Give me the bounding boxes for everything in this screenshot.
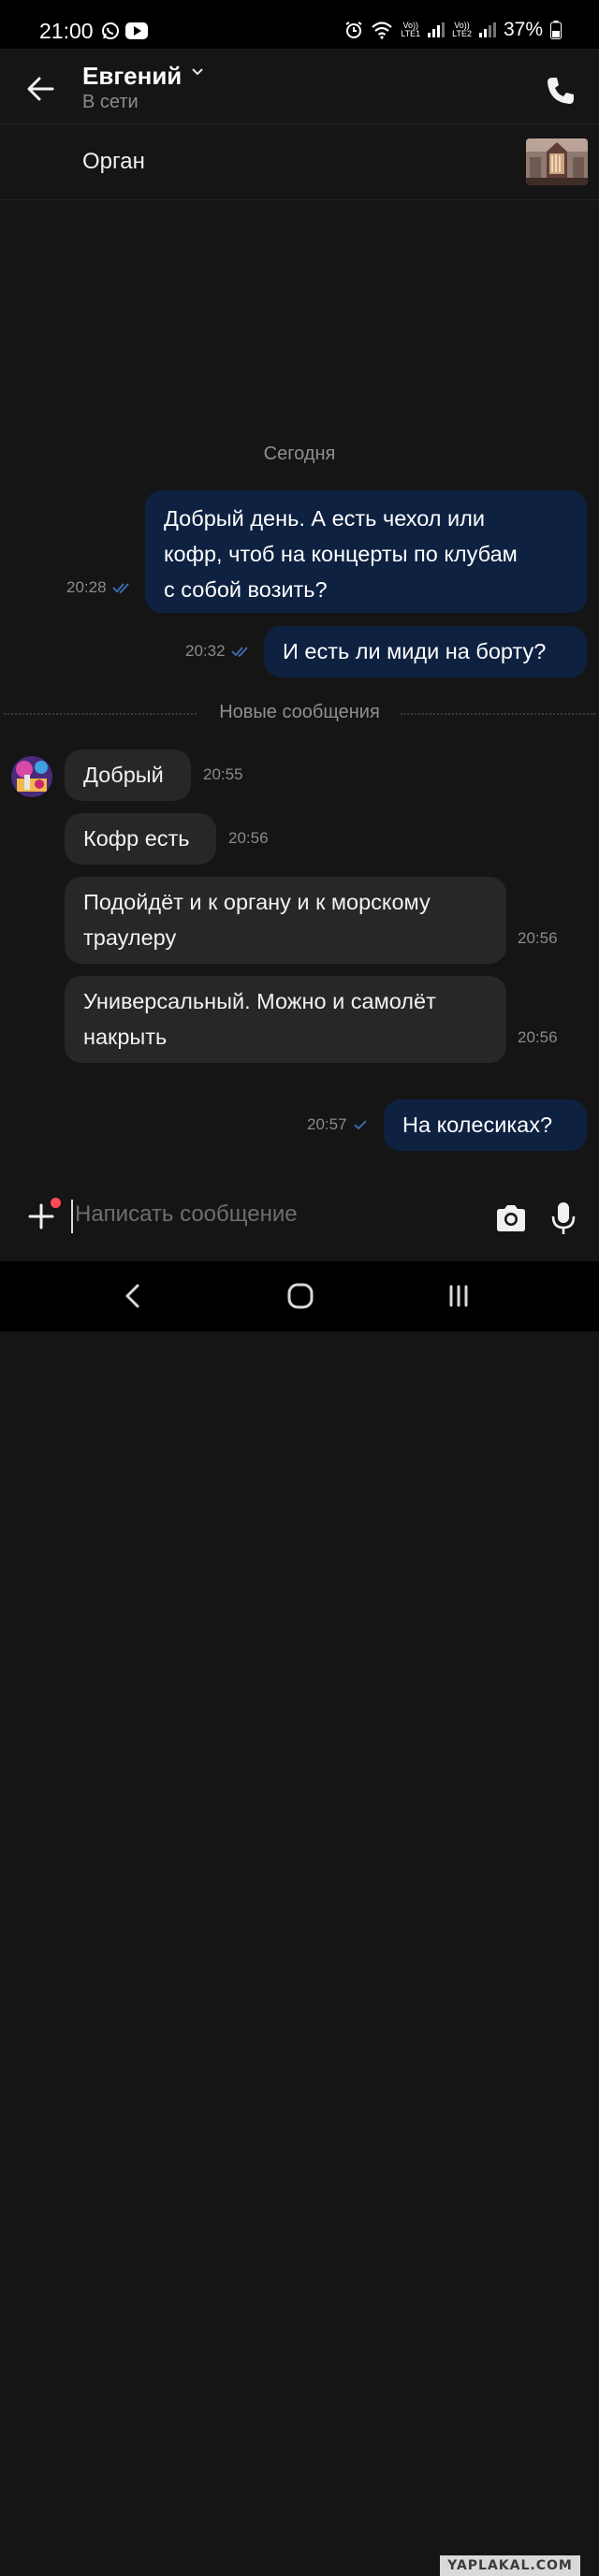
contact-avatar[interactable] — [11, 756, 52, 797]
message-line: На колесиках? — [402, 1113, 553, 1137]
message-line: Универсальный. Можно и самолёт — [83, 989, 436, 1013]
message-line: траулеру — [83, 925, 177, 950]
chevron-down-icon[interactable] — [191, 67, 204, 77]
sim1-label: LTE1 — [401, 29, 421, 38]
outgoing-message[interactable]: Добрый день. А есть чехол или кофр, чтоб… — [145, 490, 587, 613]
outgoing-message[interactable]: И есть ли миди на борту? — [264, 626, 587, 677]
message-time: 20:56 — [518, 929, 558, 947]
message-time: 20:56 — [228, 829, 269, 847]
message-meta: 20:55 — [203, 765, 243, 784]
topic-title: Орган — [82, 149, 145, 174]
new-messages-separator: Новые сообщения — [0, 700, 599, 728]
message-meta: 20:57 — [307, 1115, 368, 1134]
microphone-icon[interactable] — [550, 1201, 577, 1235]
message-line: Кофр есть — [83, 826, 190, 851]
incoming-message[interactable]: Добрый — [65, 750, 191, 801]
wifi-icon — [372, 22, 393, 39]
signal-bars-icon — [428, 22, 446, 37]
message-composer — [0, 1186, 599, 1252]
contact-name[interactable]: Евгений — [82, 62, 182, 91]
text-cursor — [71, 1200, 73, 1233]
message-line: И есть ли миди на борту? — [283, 639, 547, 663]
message-input[interactable] — [75, 1201, 468, 1228]
nav-home-icon[interactable] — [286, 1282, 314, 1310]
phone-icon[interactable] — [545, 75, 577, 107]
message-line: накрыть — [83, 1025, 168, 1049]
organ-thumbnail-image[interactable] — [526, 138, 588, 185]
message-time: 20:32 — [185, 642, 226, 660]
status-time: 21:00 — [39, 19, 94, 43]
message-time: 20:56 — [518, 1028, 558, 1046]
message-time: 20:28 — [66, 578, 107, 596]
notification-dot — [51, 1198, 61, 1208]
check-icon — [353, 1120, 367, 1130]
listing-topic-row[interactable]: Орган — [0, 124, 599, 200]
battery-icon — [550, 21, 562, 39]
date-separator: Сегодня — [263, 444, 336, 464]
message-line: кофр, чтоб на концерты по клубам — [164, 542, 518, 566]
youtube-icon — [125, 22, 148, 39]
double-check-icon — [230, 647, 248, 658]
camera-icon[interactable] — [494, 1203, 528, 1233]
message-meta: 20:56 — [518, 1028, 558, 1047]
contact-status: В сети — [82, 92, 139, 112]
back-arrow-icon[interactable] — [24, 73, 56, 105]
signal-bars-icon — [478, 22, 496, 37]
nav-recent-apps-icon[interactable] — [446, 1282, 472, 1310]
status-bar: 21:00 Vo)) LTE1 Vo)) LTE2 37% — [0, 0, 599, 49]
sim2-label: LTE2 — [452, 29, 472, 38]
incoming-message[interactable]: Универсальный. Можно и самолёт накрыть — [65, 976, 506, 1063]
system-nav-bar: YAPLAKAL.COM — [0, 1261, 599, 2576]
message-time: 20:57 — [307, 1115, 347, 1133]
outgoing-message[interactable]: На колесиках? — [384, 1099, 587, 1151]
message-meta: 20:28 — [66, 578, 133, 597]
watermark-logo: YAPLAKAL.COM — [440, 2555, 580, 2576]
message-time: 20:55 — [203, 765, 243, 783]
message-line: Подойдёт и к органу и к морскому — [83, 890, 431, 914]
message-line: Добрый день. А есть чехол или — [164, 506, 485, 531]
alarm-icon — [345, 22, 362, 38]
incoming-message[interactable]: Подойдёт и к органу и к морскому траулер… — [65, 877, 506, 964]
chat-header: Евгений В сети — [0, 49, 599, 124]
message-line: с собой возить? — [164, 577, 328, 602]
double-check-icon — [111, 583, 129, 594]
message-line: Добрый — [83, 763, 164, 787]
message-meta: 20:56 — [228, 829, 269, 848]
nav-back-icon[interactable] — [120, 1282, 146, 1310]
incoming-message[interactable]: Кофр есть — [65, 813, 216, 865]
message-meta: 20:32 — [185, 642, 252, 661]
whatsapp-icon — [102, 22, 119, 39]
message-meta: 20:56 — [518, 929, 558, 948]
battery-percent: 37% — [503, 19, 543, 40]
